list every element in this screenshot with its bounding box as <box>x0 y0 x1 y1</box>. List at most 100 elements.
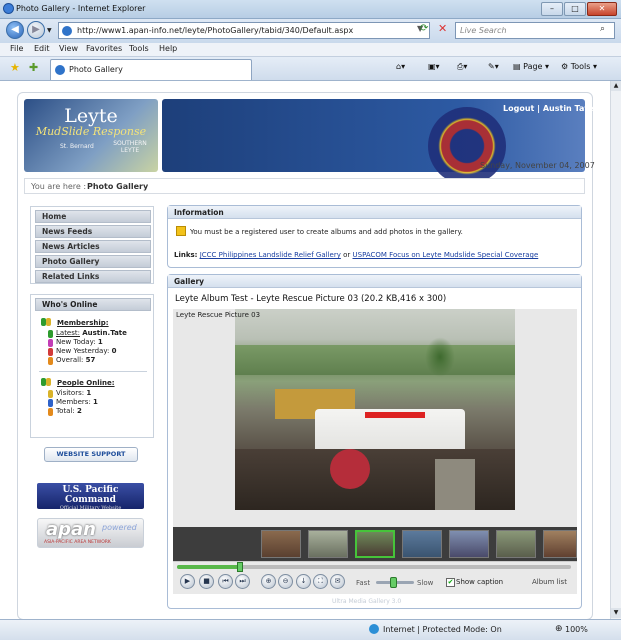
thumbnail-selected[interactable] <box>355 530 395 558</box>
visitors-icon <box>48 390 53 398</box>
scroll-up-icon[interactable]: ▲ <box>611 81 621 91</box>
progress-handle[interactable] <box>237 562 244 572</box>
stop-button[interactable]: ■ <box>199 574 214 589</box>
latest-label[interactable]: Latest: <box>56 329 80 337</box>
search-icon[interactable]: ⌕ <box>600 24 605 34</box>
maximize-button[interactable]: □ <box>564 2 586 16</box>
us-pacific-command-banner[interactable]: U.S. Pacific Command Official Military W… <box>37 483 144 511</box>
breadcrumb-current[interactable]: Photo Gallery <box>87 182 148 191</box>
nav-item-home[interactable]: Home <box>35 210 151 223</box>
or-text: or <box>343 251 351 259</box>
window-title-bar: Photo Gallery - Internet Explorer – □ ✕ <box>0 0 621 19</box>
menu-tools[interactable]: Tools <box>129 44 149 53</box>
rescue-photo[interactable] <box>235 309 515 510</box>
thumbnail-strip <box>173 527 577 561</box>
search-input[interactable]: Live Search <box>455 22 615 39</box>
total-icon <box>48 408 53 416</box>
thumbnail[interactable] <box>449 530 489 558</box>
forward-button[interactable]: ▶ <box>27 21 45 39</box>
menu-favorites[interactable]: Favorites <box>86 44 122 53</box>
thumbnail[interactable] <box>402 530 442 558</box>
close-button[interactable]: ✕ <box>587 2 617 16</box>
feeds-icon[interactable]: ▣▾ <box>428 62 440 71</box>
page-icon <box>62 26 72 36</box>
apan-logo-text: apan <box>46 519 96 540</box>
gallery-footer-credit[interactable]: Ultra Media Gallery 3.0 <box>332 598 401 605</box>
members-value: 1 <box>93 398 98 406</box>
zoom-in-icon[interactable]: ⊕ <box>261 574 276 589</box>
slideshow-progress-bar[interactable] <box>177 562 571 572</box>
tab-photo-gallery[interactable]: Photo Gallery <box>50 59 252 80</box>
ie-logo-icon <box>3 3 14 14</box>
thumbnail[interactable] <box>261 530 301 558</box>
notice-icon <box>176 226 186 236</box>
minimize-button[interactable]: – <box>541 2 563 16</box>
nav-item-photo-gallery[interactable]: Photo Gallery <box>35 255 151 268</box>
home-icon[interactable]: ⌂▾ <box>396 62 405 71</box>
membership-label[interactable]: Membership: <box>57 319 109 327</box>
logout-link[interactable]: Logout <box>503 104 534 113</box>
tools-menu[interactable]: ⚙ Tools ▾ <box>561 62 597 71</box>
menu-help[interactable]: Help <box>159 44 177 53</box>
pen-icon[interactable]: ✎▾ <box>488 62 499 71</box>
previous-button[interactable]: ⏮ <box>218 574 233 589</box>
logo-subtitle: MudSlide Response <box>35 125 147 138</box>
speed-slider[interactable] <box>376 577 414 588</box>
logo-st-bernard: St. Bernard <box>60 143 94 150</box>
recent-pages-dropdown-icon[interactable]: ▼ <box>47 27 52 34</box>
search-placeholder: Live Search <box>460 26 507 35</box>
window-title: Photo Gallery - Internet Explorer <box>16 4 146 13</box>
new-yesterday-value: 0 <box>111 347 117 355</box>
site-logo[interactable]: Leyte MudSlide Response St. Bernard SOUT… <box>24 99 158 172</box>
visitors-value: 1 <box>86 389 92 397</box>
membership-icon <box>41 318 55 327</box>
thumbnail[interactable] <box>308 530 348 558</box>
logo-southern-leyte: SOUTHERN LEYTE <box>113 140 147 154</box>
download-icon[interactable]: ↓ <box>296 574 311 589</box>
new-today-value: 1 <box>97 338 103 346</box>
jccc-gallery-link[interactable]: JCCC Philippines Landslide Relief Galler… <box>200 251 341 259</box>
new-yesterday-label: New Yesterday: <box>56 347 110 355</box>
security-zone-text[interactable]: Internet | Protected Mode: On <box>383 625 502 634</box>
zoom-out-icon[interactable]: ⊖ <box>278 574 293 589</box>
thumbnail[interactable] <box>496 530 536 558</box>
apan-banner[interactable]: apan powered ASIA-PACIFIC AREA NETWORK <box>37 518 144 548</box>
scroll-down-icon[interactable]: ▼ <box>611 608 621 618</box>
nav-item-news-feeds[interactable]: News Feeds <box>35 225 151 238</box>
page-menu[interactable]: ▤ Page ▾ <box>513 62 549 71</box>
fullscreen-icon[interactable]: ⛶ <box>313 574 328 589</box>
address-bar[interactable]: http://www1.apan-info.net/leyte/PhotoGal… <box>58 22 430 39</box>
user-name-link[interactable]: Austin Tate <box>543 104 594 113</box>
show-caption-checkbox[interactable]: ✔ <box>446 578 455 587</box>
email-icon[interactable]: ✉ <box>330 574 345 589</box>
zoom-level[interactable]: 100% <box>565 625 588 634</box>
add-favorites-icon[interactable]: ✚ <box>29 61 38 74</box>
favorites-star-icon[interactable]: ★ <box>10 61 20 74</box>
whos-online-header: Who's Online <box>35 298 151 311</box>
show-caption-label[interactable]: Show caption <box>456 578 503 586</box>
menu-bar: File Edit View Favorites Tools Help <box>0 43 621 57</box>
people-online-label[interactable]: People Online: <box>57 379 115 387</box>
album-list-link[interactable]: Album list <box>532 578 567 586</box>
pacom-subtitle: Official Military Website <box>59 505 122 511</box>
vertical-scrollbar[interactable]: ▲ ▼ <box>610 81 621 619</box>
speed-slow-label: Slow <box>417 579 434 587</box>
play-button[interactable]: ▶ <box>180 574 195 589</box>
navigation-bar: ◀ ▶ ▼ http://www1.apan-info.net/leyte/Ph… <box>0 19 621 43</box>
menu-file[interactable]: File <box>10 44 23 53</box>
left-nav: Home News Feeds News Articles Photo Gall… <box>30 206 154 284</box>
stop-icon[interactable]: ✕ <box>438 22 447 35</box>
divider <box>39 371 147 372</box>
menu-view[interactable]: View <box>59 44 78 53</box>
uspacom-focus-link[interactable]: USPACOM Focus on Leyte Mudslide Special … <box>353 251 539 259</box>
nav-item-news-articles[interactable]: News Articles <box>35 240 151 253</box>
next-button[interactable]: ⏭ <box>235 574 250 589</box>
website-support-button[interactable]: WEBSITE SUPPORT <box>44 447 138 462</box>
thumbnail[interactable] <box>543 530 577 558</box>
print-icon[interactable]: ⎙▾ <box>457 62 467 72</box>
menu-edit[interactable]: Edit <box>34 44 50 53</box>
speed-slider-handle[interactable] <box>390 577 397 588</box>
nav-item-related-links[interactable]: Related Links <box>35 270 151 283</box>
refresh-icon[interactable]: ⟳ <box>420 23 428 34</box>
back-button[interactable]: ◀ <box>6 21 24 39</box>
